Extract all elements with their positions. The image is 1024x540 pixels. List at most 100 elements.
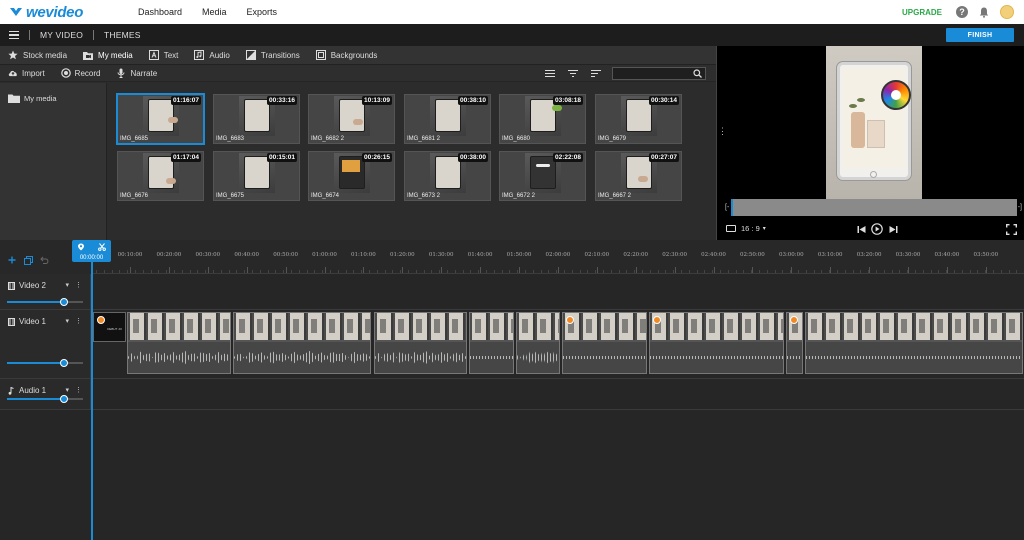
undo-icon[interactable] [38,254,50,266]
media-thumbnail[interactable]: 00:27:07 IMG_6667 2 [595,151,682,201]
import-button[interactable]: Import [0,68,53,78]
finish-button[interactable]: FINISH [946,28,1014,42]
ruler-minor-tick [938,270,940,273]
volume-knob[interactable] [60,395,68,403]
ruler-minor-tick [376,270,378,273]
logo[interactable]: wevideo [10,4,120,21]
mark-in-icon[interactable]: [- [725,204,729,211]
media-thumbnail[interactable]: 02:22:08 IMG_6672 2 [499,151,586,201]
list-view-icon[interactable] [543,67,557,80]
chevron-down-icon[interactable]: ▾ [65,317,69,325]
media-thumbnail[interactable]: 00:33:16 IMG_6683 [213,94,300,144]
playhead[interactable]: 00:00:00 [72,240,111,262]
tab-label: Stock media [23,50,68,60]
ruler-tick-label: 00:20:00 [156,252,182,258]
bell-icon[interactable] [978,6,990,18]
chevron-down-icon[interactable]: ▾ [65,386,69,394]
media-thumbnail[interactable]: 00:15:01 IMG_6675 [213,151,300,201]
media-thumbnail[interactable]: 03:08:18 IMG_6680 [499,94,586,144]
volume-knob[interactable] [60,298,68,306]
video-clip[interactable] [233,312,371,374]
tab-audio[interactable]: Audio [186,46,237,65]
hand-image [168,117,178,123]
preview-scrubber[interactable] [731,199,1017,216]
play-icon[interactable] [871,223,883,235]
volume-slider[interactable] [7,298,83,306]
ruler-minor-tick [720,270,721,273]
aspect-ratio-select[interactable]: 16 : 9 ▾ [726,224,766,233]
search-input[interactable] [613,74,693,85]
clip-duration: 01:16:07 [170,96,201,105]
track-video-1: Video 1 ▾ ⋮ DEBUT JO [0,310,1024,379]
chevron-down-icon[interactable]: ▾ [65,281,69,289]
hand-image [353,119,363,125]
ruler-minor-tick [696,270,698,273]
resize-handle-icon[interactable]: ⋮ [718,126,727,137]
help-icon[interactable]: ? [956,6,968,18]
skip-back-icon[interactable] [855,223,867,235]
tablet-image [626,156,652,189]
video-clip[interactable] [786,312,803,374]
nav-dashboard[interactable]: Dashboard [138,7,182,17]
scissors-icon[interactable] [98,243,106,251]
skip-forward-icon[interactable] [887,223,899,235]
more-icon[interactable]: ⋮ [75,317,82,325]
playhead-line[interactable] [91,262,93,540]
scrubber-position[interactable] [731,199,733,216]
mark-out-icon[interactable]: -] [1018,204,1022,211]
marker-icon[interactable] [77,243,85,251]
tab-text[interactable]: Text [141,46,187,65]
media-thumbnail[interactable]: 10:13:09 IMG_6682 2 [308,94,395,144]
search-icon[interactable] [693,69,702,78]
video-clip[interactable] [469,312,514,374]
media-thumbnail[interactable]: 00:30:14 IMG_6679 [595,94,682,144]
video-clip[interactable] [649,312,784,374]
film-icon [7,281,15,290]
track-label: Audio 1 [19,386,47,395]
tab-backgrounds[interactable]: Backgrounds [308,46,386,65]
themes-link[interactable]: THEMES [94,30,151,40]
nav-exports[interactable]: Exports [247,7,278,17]
media-thumbnail[interactable]: 00:38:00 IMG_6673 2 [404,151,491,201]
video-clip[interactable] [374,312,467,374]
title-clip[interactable]: DEBUT JO [93,312,126,342]
upgrade-link[interactable]: UPGRADE [902,8,942,17]
ruler-minor-tick [688,270,690,273]
volume-slider[interactable] [7,395,83,403]
video-clip[interactable] [805,312,1023,374]
project-title[interactable]: MY VIDEO [30,30,93,40]
volume-knob[interactable] [60,359,68,367]
menu-icon[interactable] [9,29,19,42]
ruler-minor-tick [704,270,706,273]
tab-transitions[interactable]: Transitions [238,46,308,65]
ruler-tick [791,267,793,273]
copy-icon[interactable] [22,254,34,266]
tab-my-media[interactable]: My media [75,46,141,65]
media-thumbnail[interactable]: 00:26:15 IMG_6674 [308,151,395,201]
nav-media[interactable]: Media [202,7,227,17]
ruler-minor-tick [322,270,324,273]
tab-stock-media[interactable]: Stock media [0,46,75,65]
sort-icon[interactable] [589,67,603,80]
volume-slider[interactable] [7,359,83,367]
media-thumbnail[interactable]: 01:16:07 IMG_6685 [117,94,204,144]
more-icon[interactable]: ⋮ [75,281,82,289]
ruler-minor-tick [158,270,160,273]
ruler-minor-tick [907,270,909,273]
avatar[interactable] [1000,5,1014,19]
ruler-tick [713,267,715,273]
video-clip[interactable] [127,312,231,374]
filter-icon[interactable] [566,67,580,80]
time-ruler[interactable]: 00:10:00 00:20:00 00:30:00 00:40:00 00:50:00… [92,240,1024,274]
record-button[interactable]: Record [53,68,109,78]
media-thumbnail[interactable]: 00:38:10 IMG_6681 2 [404,94,491,144]
video-clip[interactable] [516,312,560,374]
ruler-minor-tick [345,270,347,273]
more-icon[interactable]: ⋮ [75,386,82,394]
folder-my-media[interactable]: My media [0,83,106,103]
narrate-button[interactable]: Narrate [108,68,165,78]
fullscreen-icon[interactable] [1006,224,1017,235]
video-clip[interactable] [562,312,647,374]
add-track-icon[interactable] [6,254,18,266]
media-thumbnail[interactable]: 01:17:04 IMG_6676 [117,151,204,201]
